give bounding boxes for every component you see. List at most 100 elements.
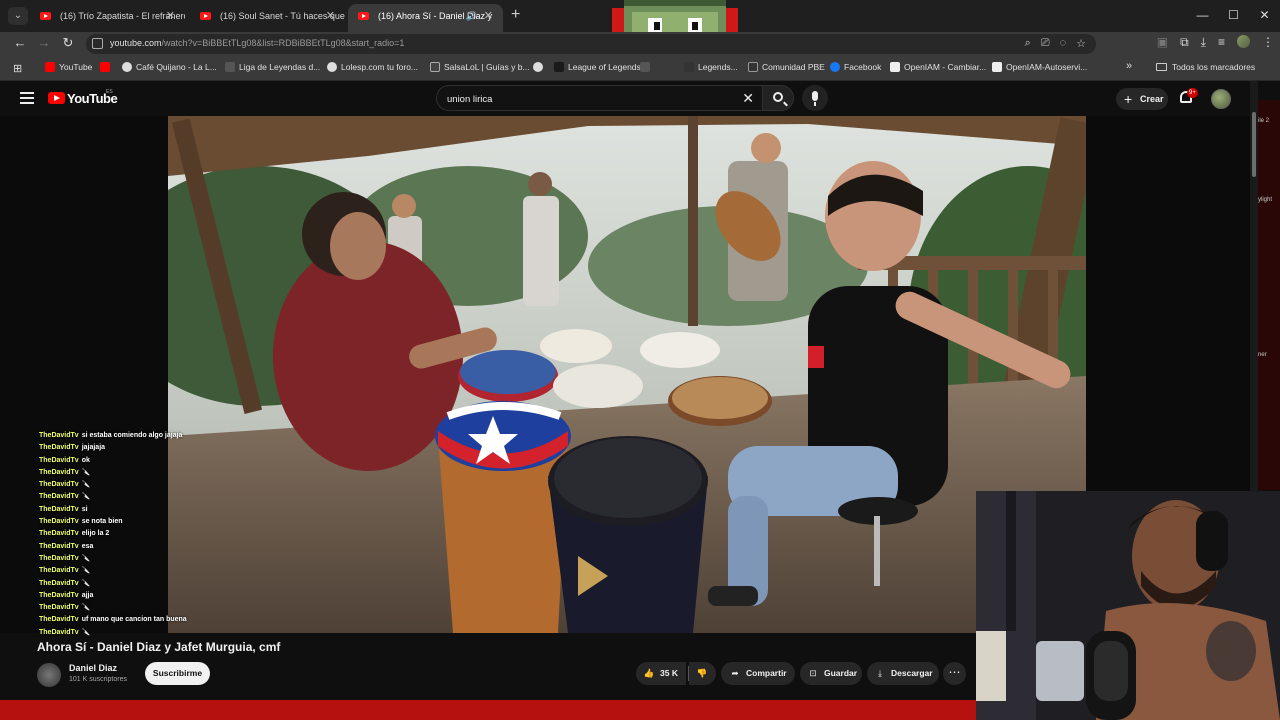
site-icon <box>640 62 650 72</box>
bookmark-item[interactable]: Facebook <box>830 62 881 72</box>
channel-name[interactable]: Daniel Diaz <box>69 663 117 673</box>
folder-icon <box>1156 63 1167 71</box>
tab-search-button[interactable]: ⌄ <box>8 7 28 25</box>
youtube-favicon-icon <box>40 12 51 20</box>
browser-toolbar: ← → ↻ youtube.com/watch?v=BiBBEtTLg08&li… <box>0 32 1280 56</box>
apps-grid-icon[interactable]: ⊞ <box>13 62 22 75</box>
globe-icon <box>533 62 543 72</box>
bookmark-item[interactable]: League of Legends <box>554 62 641 72</box>
facebook-icon <box>830 62 840 72</box>
all-bookmarks-button[interactable]: Todos los marcadores <box>1156 62 1255 72</box>
reload-icon[interactable]: ↻ <box>59 35 77 51</box>
openiam-icon <box>992 62 1002 72</box>
bookmark-item[interactable]: Comunidad PBE <box>748 62 825 72</box>
chat-message: TheDavidTv esa <box>39 542 94 550</box>
chat-message: TheDavidTv uf mano que cancion tan buena <box>39 616 187 624</box>
menu-hamburger-icon[interactable] <box>20 92 34 104</box>
chat-message: TheDavidTv si <box>39 505 88 513</box>
channel-avatar[interactable] <box>37 663 61 687</box>
stream-frame-right <box>1258 100 1280 490</box>
share-icon: ➦ <box>731 668 739 678</box>
site-settings-icon[interactable] <box>92 38 103 49</box>
browser-tab[interactable]: (16) Trío Zapatista - El refranero ✕ <box>30 4 185 28</box>
zoom-icon[interactable]: ⌕ <box>1025 37 1031 50</box>
address-bar[interactable]: youtube.com/watch?v=BiBBEtTLg08&list=RDB… <box>86 34 1096 54</box>
media-control-icon[interactable]: ≡ <box>1218 35 1225 50</box>
video-frame[interactable] <box>168 116 1086 633</box>
youtube-favicon-icon <box>358 12 369 20</box>
streamer-webcam-overlay <box>976 491 1280 720</box>
bookmark-item[interactable]: OpenIAM-Autoservi... <box>992 62 1087 72</box>
close-tab-icon[interactable]: ✕ <box>326 4 335 28</box>
close-tab-icon[interactable]: ✕ <box>484 4 493 28</box>
close-window-icon[interactable]: ✕ <box>1249 0 1280 32</box>
bookmark-item[interactable]: Café Quijano - La L... <box>122 62 217 72</box>
browser-tab-active[interactable]: (16) Ahora Sí - Daniel Diaz y 🔊 ✕ <box>348 4 503 32</box>
bookmarks-bar: ⊞ YouTube Café Quijano - La L... Liga de… <box>0 56 1280 81</box>
eye-off-icon[interactable]: ◌ <box>1060 37 1067 50</box>
chat-message: TheDavidTv ok <box>39 456 90 464</box>
clear-search-icon[interactable]: ✕ <box>742 90 754 107</box>
youtube-header: YouTube ES union lirica ✕ + Crear 9+ <box>0 81 1250 116</box>
more-actions-icon[interactable]: ⋯ <box>943 662 966 685</box>
stream-frame-bottom <box>0 700 976 720</box>
create-button[interactable]: + Crear <box>1116 88 1168 110</box>
bookmark-icon: ⊡ <box>809 668 817 678</box>
voice-search-mic-icon[interactable] <box>802 85 828 111</box>
subscriber-count: 101 K suscriptores <box>69 676 127 683</box>
bookmark-item[interactable]: YouTube <box>45 62 92 72</box>
download-icon[interactable]: ⤓ <box>1201 35 1206 50</box>
chat-message: TheDavidTv 🔪 <box>39 493 91 501</box>
bookmark-item[interactable]: SalsaLoL | Guías y b... <box>430 62 530 72</box>
forward-arrow-icon[interactable]: → <box>35 35 53 50</box>
bookmark-star-icon[interactable]: ☆ <box>1076 37 1086 50</box>
chat-message: TheDavidTv se nota bien <box>39 518 123 526</box>
search-input[interactable]: union lirica ✕ <box>436 85 762 111</box>
youtube-logo-icon[interactable] <box>48 92 65 104</box>
new-tab-button[interactable]: + <box>511 6 520 24</box>
openiam-icon <box>890 62 900 72</box>
speaker-icon[interactable]: 🔊 <box>466 4 477 28</box>
maximize-icon[interactable]: ☐ <box>1218 0 1249 32</box>
dislike-button[interactable]: 👎 <box>689 662 716 685</box>
menu-kebab-icon[interactable]: ⋮ <box>1262 35 1274 50</box>
save-button[interactable]: ⊡ Guardar <box>800 662 862 685</box>
account-avatar[interactable] <box>1211 89 1231 109</box>
bookmark-item[interactable]: Lolesp.com tu foro... <box>327 62 418 72</box>
back-arrow-icon[interactable]: ← <box>11 35 29 50</box>
notification-badge: 9+ <box>1187 88 1198 98</box>
chat-message: TheDavidTv 🔪 <box>39 604 91 612</box>
scrollbar-thumb[interactable] <box>1252 112 1256 177</box>
bookmark-item[interactable]: Legends... <box>684 62 738 72</box>
thumbs-up-icon: 👍 <box>643 668 655 678</box>
cast-icon[interactable]: ⎚ <box>1041 37 1050 50</box>
chat-message: TheDavidTv 🔪 <box>39 567 91 575</box>
video-scene-image <box>168 116 1086 633</box>
like-button[interactable]: 👍 35 K <box>636 662 686 685</box>
chat-message: TheDavidTv ajja <box>39 591 94 599</box>
pbe-icon <box>748 62 758 72</box>
url-text: youtube.com/watch?v=BiBBEtTLg08&list=RDB… <box>110 38 405 48</box>
minimize-icon[interactable]: — <box>1187 0 1218 32</box>
profile-avatar[interactable] <box>1237 35 1250 48</box>
close-tab-icon[interactable]: ✕ <box>166 4 175 28</box>
chat-message: TheDavidTv jajajaja <box>39 444 106 452</box>
download-button[interactable]: ⤓ Descargar <box>867 662 939 685</box>
subscribe-button[interactable]: Suscribirme <box>145 662 210 685</box>
youtube-icon <box>100 62 110 72</box>
share-button[interactable]: ➦ Compartir <box>721 662 795 685</box>
league-icon <box>554 62 564 72</box>
more-bookmarks-icon[interactable]: » <box>1126 60 1132 72</box>
site-icon <box>684 62 694 72</box>
search-query-text: union lirica <box>447 94 493 105</box>
bookmark-item[interactable]: Liga de Leyendas d... <box>225 62 320 72</box>
chat-message: TheDavidTv 🔪 <box>39 468 91 476</box>
chat-message: TheDavidTv elijo la 2 <box>39 530 110 538</box>
search-button[interactable] <box>762 85 794 111</box>
globe-icon <box>122 62 132 72</box>
webcam-image <box>976 491 1280 720</box>
bookmark-item[interactable]: OpenIAM - Cambiar... <box>890 62 986 72</box>
extensions-puzzle-icon[interactable]: ⧉ <box>1180 35 1189 50</box>
extension-icon[interactable]: ▣ <box>1157 35 1168 50</box>
browser-tab[interactable]: (16) Soul Sanet - Tú haces que ✕ <box>190 4 345 28</box>
